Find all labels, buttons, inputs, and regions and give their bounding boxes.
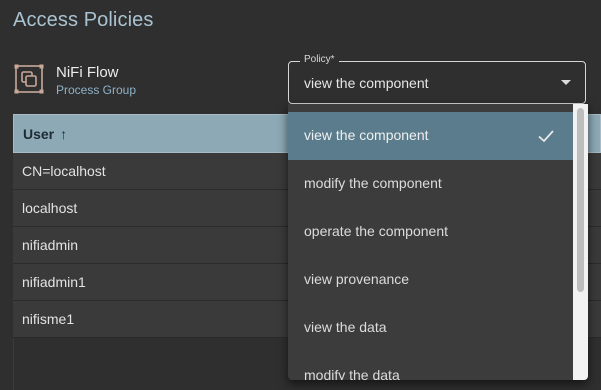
scrollbar-thumb[interactable] (577, 108, 584, 292)
option-label: view the component (304, 127, 429, 143)
option-label: view provenance (304, 271, 410, 287)
table-header-label: User (23, 126, 55, 142)
option-label: view the data (304, 319, 387, 335)
dropdown-scrollbar[interactable] (573, 104, 588, 380)
option-operate-the-component[interactable]: operate the component (288, 208, 573, 256)
table-cell-user: nifiadmin (22, 237, 79, 253)
option-view-provenance[interactable]: view provenance (288, 256, 573, 304)
component-name: NiFi Flow (56, 64, 119, 81)
caret-down-icon[interactable] (561, 80, 571, 85)
option-modify-the-component[interactable]: modify the component (288, 160, 573, 208)
option-label: modify the component (304, 175, 442, 191)
option-label: operate the component (304, 223, 448, 239)
policy-select[interactable]: Policy* view the component (288, 54, 586, 104)
table-cell-user: nifiadmin1 (22, 274, 86, 290)
page-title: Access Policies (13, 9, 154, 31)
access-policies-page: Access Policies NiFi Flow Process Group … (0, 0, 601, 390)
option-label: modify the data (304, 367, 400, 380)
process-group-icon (13, 63, 45, 95)
table-cell-user: nifisme1 (22, 311, 75, 327)
option-view-the-data[interactable]: view the data (288, 304, 573, 352)
table-cell-user: CN=localhost (22, 163, 106, 179)
policy-select-value: view the component (304, 75, 429, 91)
policy-select-label: Policy* (300, 54, 339, 65)
check-icon (538, 130, 554, 143)
policy-dropdown-panel: view the component modify the component … (288, 104, 588, 380)
component-type: Process Group (56, 83, 137, 97)
option-view-the-component[interactable]: view the component (288, 112, 573, 160)
table-cell-user: localhost (22, 200, 78, 216)
sort-ascending-icon: ↑ (60, 126, 68, 142)
option-modify-the-data[interactable]: modify the data (288, 352, 573, 380)
